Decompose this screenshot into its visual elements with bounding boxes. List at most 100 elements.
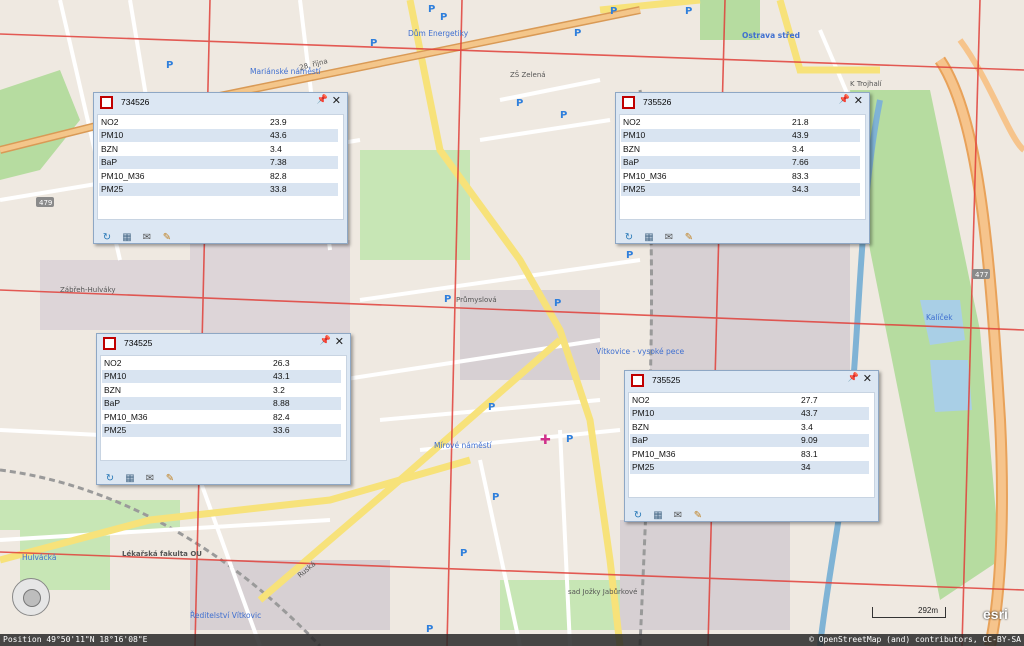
svg-text:P: P [444, 294, 451, 305]
square-symbol-icon [631, 374, 644, 387]
table-row: PM10_M36 83.3 [621, 169, 860, 183]
table-row: BZN 3.4 [621, 142, 860, 156]
map-label-reditelstvi-vitkovic: Ředitelství Vítkovic [190, 611, 261, 620]
attribute-name: NO2 [632, 394, 650, 405]
email-icon[interactable]: ✉ [662, 232, 676, 244]
popup-toolbar: ↻ ▦ ✉ ✎ [103, 466, 183, 484]
table-row: PM25 33.8 [99, 182, 338, 196]
edit-pencil-icon[interactable]: ✎ [160, 232, 174, 244]
zoom-to-icon[interactable]: ↻ [103, 473, 117, 485]
attribute-name: PM10 [99, 128, 268, 142]
table-row: NO2 27.7 [630, 393, 869, 407]
zoom-to-icon[interactable]: ↻ [622, 232, 636, 244]
map-layers-icon[interactable]: ▦ [123, 473, 137, 485]
svg-text:P: P [626, 250, 633, 261]
attribute-value: 82.8 [270, 170, 287, 181]
attribute-name: PM25 [102, 423, 271, 437]
map-navigation-control[interactable] [12, 578, 50, 616]
attribute-value: 82.4 [273, 411, 290, 422]
square-symbol-icon [103, 337, 116, 350]
pin-icon[interactable]: 📌 [317, 95, 328, 105]
popup-735526[interactable]: 735526 📌 ✕ NO2 21.8 PM10 43.9 BZN 3.4 BaP 7.… [615, 92, 870, 244]
table-row: NO2 21.8 [621, 115, 860, 129]
edit-pencil-icon[interactable]: ✎ [163, 473, 177, 485]
attribute-value: 3.4 [792, 143, 804, 154]
attribute-name: PM25 [99, 182, 268, 196]
table-row: BaP 7.66 [621, 155, 860, 169]
map-label-kalicek: Kalíček [926, 313, 953, 322]
map-layers-icon[interactable]: ▦ [642, 232, 656, 244]
close-icon[interactable]: ✕ [332, 94, 341, 107]
attribute-name: NO2 [101, 116, 119, 127]
attribute-name: BZN [623, 143, 640, 154]
map-label-mirove-namesti: Mírové náměstí [434, 441, 493, 450]
email-icon[interactable]: ✉ [140, 232, 154, 244]
pin-icon[interactable]: 📌 [848, 373, 859, 383]
svg-text:P: P [440, 12, 447, 23]
attribute-table: NO2 27.7 PM10 43.7 BZN 3.4 BaP 9.09 PM10_M36… [628, 392, 875, 498]
map-label-k-trojhali: K Trojhalí [850, 80, 883, 88]
attribute-value: 9.09 [799, 433, 869, 447]
svg-text:P: P [460, 548, 467, 559]
square-symbol-icon [100, 96, 113, 109]
map-label-ostrava-stred: Ostrava střed [742, 31, 800, 40]
table-row: PM10 43.6 [99, 128, 338, 142]
map-attribution[interactable]: © OpenStreetMap (and) contributors, CC-B… [809, 635, 1021, 644]
popup-title: 735526 [643, 97, 672, 107]
pan-center-icon[interactable] [23, 589, 41, 607]
table-row: PM10_M36 82.8 [99, 169, 338, 183]
point-of-interest-marker[interactable]: ✚ [540, 433, 551, 448]
email-icon[interactable]: ✉ [143, 473, 157, 485]
table-row: PM10 43.7 [630, 406, 869, 420]
email-icon[interactable]: ✉ [671, 510, 685, 522]
attribute-name: BZN [101, 143, 118, 154]
svg-text:P: P [370, 38, 377, 49]
close-icon[interactable]: ✕ [854, 94, 863, 107]
edit-pencil-icon[interactable]: ✎ [682, 232, 696, 244]
table-row: PM10 43.1 [102, 369, 341, 383]
square-symbol-icon [622, 96, 635, 109]
map-label-lekarska-fakulta: Lékařská fakulta OU [122, 550, 202, 558]
attribute-name: PM10 [621, 128, 790, 142]
zoom-to-icon[interactable]: ↻ [631, 510, 645, 522]
cursor-position: Position 49°50'11"N 18°16'08"E [3, 635, 148, 644]
popup-734525[interactable]: 734525 📌 ✕ NO2 26.3 PM10 43.1 BZN 3.2 BaP 8.… [96, 333, 351, 485]
popup-header: 735526 📌 ✕ [616, 93, 869, 111]
popup-header: 734525 📌 ✕ [97, 334, 350, 352]
close-icon[interactable]: ✕ [863, 372, 872, 385]
map-label-dum-energetiky: Dům Energetiky [408, 29, 469, 38]
attribute-name: BaP [102, 396, 271, 410]
popup-734526[interactable]: 734526 📌 ✕ NO2 23.9 PM10 43.6 BZN 3.4 BaP 7.… [93, 92, 348, 244]
popup-header: 734526 📌 ✕ [94, 93, 347, 111]
svg-text:P: P [574, 28, 581, 39]
map-layers-icon[interactable]: ▦ [651, 510, 665, 522]
attribute-name: PM25 [630, 460, 799, 474]
svg-text:P: P [516, 98, 523, 109]
svg-text:479: 479 [39, 199, 52, 207]
attribute-value: 26.3 [273, 357, 290, 368]
close-icon[interactable]: ✕ [335, 335, 344, 348]
table-row: BaP 7.38 [99, 155, 338, 169]
attribute-value: 83.1 [801, 448, 818, 459]
table-row: BZN 3.4 [99, 142, 338, 156]
map-layers-icon[interactable]: ▦ [120, 232, 134, 244]
attribute-value: 43.6 [268, 128, 338, 142]
attribute-name: PM10_M36 [623, 170, 667, 181]
attribute-value: 3.4 [270, 143, 282, 154]
table-row: PM25 34 [630, 460, 869, 474]
table-row: BZN 3.4 [630, 420, 869, 434]
pin-icon[interactable]: 📌 [320, 336, 331, 346]
svg-text:P: P [554, 298, 561, 309]
svg-text:P: P [428, 4, 435, 15]
attribute-value: 21.8 [792, 116, 809, 127]
attribute-value: 8.88 [271, 396, 341, 410]
zoom-to-icon[interactable]: ↻ [100, 232, 114, 244]
attribute-value: 34 [799, 460, 869, 474]
road-shield-477: 477 [972, 269, 990, 279]
popup-735525[interactable]: 735525 📌 ✕ NO2 27.7 PM10 43.7 BZN 3.4 BaP 9.… [624, 370, 879, 522]
attribute-value: 43.7 [799, 406, 869, 420]
attribute-table: NO2 26.3 PM10 43.1 BZN 3.2 BaP 8.88 PM10_M36… [100, 355, 347, 461]
pin-icon[interactable]: 📌 [839, 95, 850, 105]
edit-pencil-icon[interactable]: ✎ [691, 510, 705, 522]
attribute-name: BZN [104, 384, 121, 395]
